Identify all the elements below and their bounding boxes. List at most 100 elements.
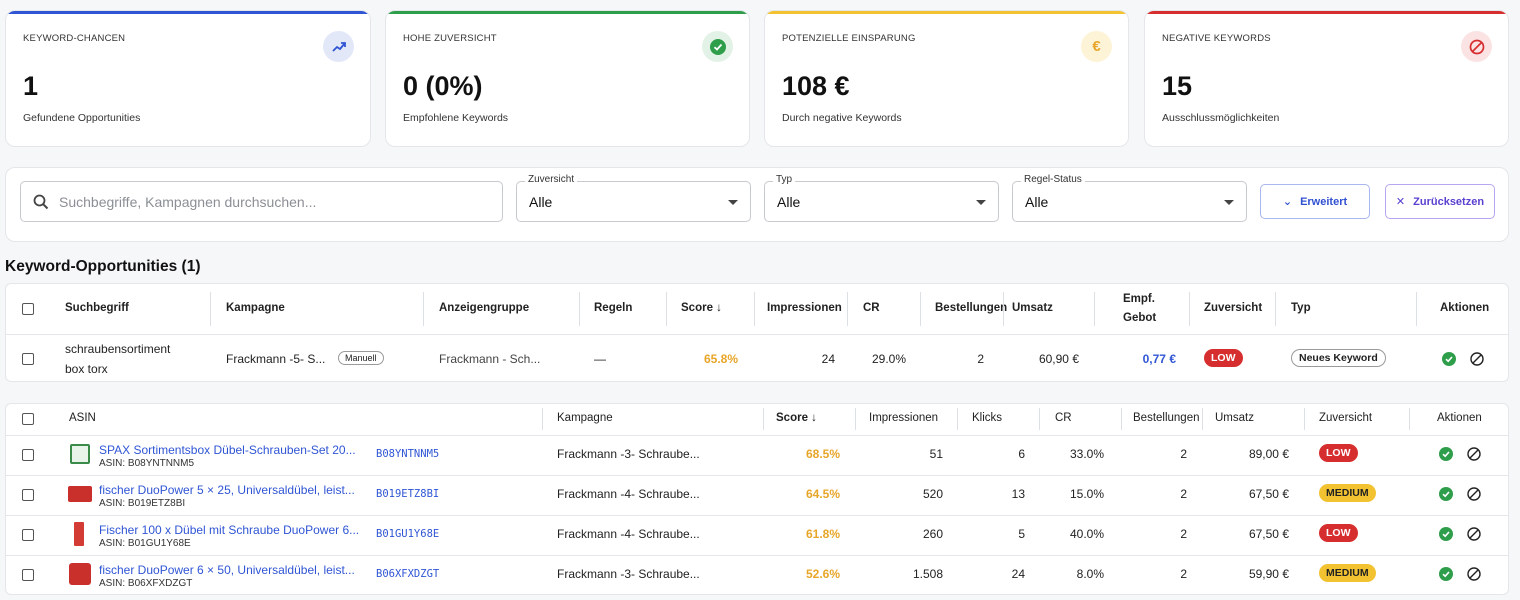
- header-impressionen[interactable]: Impressionen: [767, 302, 842, 314]
- select-value: Alle: [777, 194, 801, 210]
- confidence-badge: LOW: [1319, 444, 1358, 462]
- cr-value: 15.0%: [1069, 487, 1104, 501]
- column-divider: [1275, 292, 1276, 326]
- accept-icon[interactable]: [1442, 352, 1456, 366]
- advanced-filter-button[interactable]: ⌄ Erweitert: [1260, 184, 1370, 219]
- asin-link[interactable]: B06XFXDZGT: [376, 568, 439, 580]
- product-thumbnail: [68, 486, 92, 502]
- zuversicht-select[interactable]: Zuversicht Alle: [516, 174, 751, 222]
- asin-link[interactable]: B019ETZ8BI: [376, 488, 439, 500]
- product-thumbnail: [69, 563, 91, 585]
- header-bestellungen[interactable]: Bestellungen: [1133, 412, 1200, 424]
- asin-subtitle: ASIN: B019ETZ8BI: [99, 498, 186, 509]
- header-asin[interactable]: ASIN: [69, 412, 96, 424]
- block-icon[interactable]: [1467, 527, 1481, 541]
- chevron-down-icon: ⌄: [1282, 196, 1293, 208]
- header-kampagne[interactable]: Kampagne: [557, 412, 613, 424]
- typ-select[interactable]: Typ Alle: [764, 174, 999, 222]
- header-klicks[interactable]: Klicks: [972, 412, 1002, 424]
- accept-icon[interactable]: [1439, 527, 1453, 541]
- clicks-value: 13: [1011, 487, 1025, 501]
- product-title-link[interactable]: fischer DuoPower 6 × 50, Universaldübel,…: [99, 563, 355, 577]
- header-cr[interactable]: CR: [1055, 412, 1072, 424]
- header-anzeigengruppe[interactable]: Anzeigengruppe: [439, 302, 529, 314]
- row-checkbox[interactable]: [22, 449, 34, 461]
- header-impressionen[interactable]: Impressionen: [869, 412, 938, 424]
- header-zuversicht[interactable]: Zuversicht: [1319, 412, 1372, 424]
- search-term-line2: box torx: [65, 362, 108, 376]
- header-empf-gebot-line2[interactable]: Gebot: [1123, 312, 1156, 324]
- header-empf-gebot-line1[interactable]: Empf.: [1123, 293, 1155, 305]
- column-divider: [847, 292, 848, 326]
- header-divider: [6, 435, 1508, 436]
- revenue-value: 67,50 €: [1248, 527, 1289, 541]
- asin-subtitle: ASIN: B06XFXDZGT: [99, 578, 193, 589]
- kpi-label: POTENZIELLE EINSPARUNG: [782, 33, 916, 44]
- column-divider: [210, 292, 211, 326]
- regel-status-select[interactable]: Regel-Status Alle: [1012, 174, 1247, 222]
- kpi-subtitle: Empfohlene Keywords: [403, 112, 509, 124]
- accept-icon[interactable]: [1439, 567, 1453, 581]
- block-icon[interactable]: [1470, 352, 1484, 366]
- row-divider: [6, 555, 1508, 556]
- asin-link[interactable]: B01GU1Y68E: [376, 528, 439, 540]
- select-label: Zuversicht: [525, 174, 578, 185]
- revenue-value: 59,90 €: [1248, 567, 1289, 581]
- column-divider: [920, 292, 921, 326]
- impressions-value: 520: [922, 487, 943, 501]
- select-all-checkbox[interactable]: [22, 303, 34, 315]
- score-value: 52.6%: [805, 567, 840, 581]
- block-icon[interactable]: [1467, 487, 1481, 501]
- reset-label: Zurücksetzen: [1413, 195, 1485, 208]
- select-value: Alle: [529, 194, 553, 210]
- accept-icon[interactable]: [1439, 447, 1453, 461]
- column-divider: [754, 292, 755, 326]
- row-divider: [6, 515, 1508, 516]
- product-title-link[interactable]: fischer DuoPower 5 × 25, Universaldübel,…: [99, 483, 355, 497]
- header-bestellungen[interactable]: Bestellungen: [935, 302, 1007, 314]
- header-umsatz[interactable]: Umsatz: [1215, 412, 1254, 424]
- impressions-value: 260: [922, 527, 943, 541]
- row-checkbox[interactable]: [22, 489, 34, 501]
- header-zuversicht[interactable]: Zuversicht: [1204, 302, 1262, 314]
- asin-link[interactable]: B08YNTNNM5: [376, 448, 439, 460]
- select-label: Regel-Status: [1021, 174, 1085, 185]
- accept-icon[interactable]: [1439, 487, 1453, 501]
- search-input[interactable]: Suchbegriffe, Kampagnen durchsuchen...: [20, 181, 503, 222]
- campaign-name: Frackmann -3- Schraube...: [557, 567, 700, 581]
- type-badge: Neues Keyword: [1291, 349, 1386, 367]
- kpi-value: 0 (0%): [403, 71, 483, 101]
- search-icon: [33, 194, 49, 209]
- header-score[interactable]: Score ↓: [681, 302, 722, 314]
- header-kampagne[interactable]: Kampagne: [226, 302, 285, 314]
- column-divider: [1409, 408, 1410, 430]
- revenue-value: 60,90 €: [1038, 352, 1079, 366]
- chevron-down-icon: [1224, 200, 1234, 205]
- column-divider: [1189, 292, 1190, 326]
- row-checkbox[interactable]: [22, 569, 34, 581]
- block-icon[interactable]: [1467, 567, 1481, 581]
- select-all-checkbox[interactable]: [22, 413, 34, 425]
- header-cr[interactable]: CR: [863, 302, 880, 314]
- header-suchbegriff[interactable]: Suchbegriff: [65, 302, 129, 314]
- filter-panel: Suchbegriffe, Kampagnen durchsuchen... Z…: [5, 167, 1509, 242]
- reset-filter-button[interactable]: ✕ Zurücksetzen: [1385, 184, 1495, 219]
- search-placeholder: Suchbegriffe, Kampagnen durchsuchen...: [59, 193, 317, 210]
- row-checkbox[interactable]: [22, 353, 34, 365]
- column-divider: [1094, 292, 1095, 326]
- block-icon[interactable]: [1467, 447, 1481, 461]
- product-thumbnail: [70, 444, 90, 464]
- header-umsatz[interactable]: Umsatz: [1012, 302, 1053, 314]
- product-thumbnail: [74, 522, 84, 546]
- header-typ[interactable]: Typ: [1291, 302, 1311, 314]
- kpi-card-potenzielle-einsparung: POTENZIELLE EINSPARUNG € 108 € Durch neg…: [764, 10, 1129, 147]
- row-checkbox[interactable]: [22, 529, 34, 541]
- kpi-label: HOHE ZUVERSICHT: [403, 33, 497, 44]
- product-title-link[interactable]: SPAX Sortimentsbox Dübel-Schrauben-Set 2…: [99, 443, 356, 457]
- revenue-value: 89,00 €: [1248, 447, 1289, 461]
- product-title-link[interactable]: Fischer 100 x Dübel mit Schraube DuoPowe…: [99, 523, 359, 537]
- header-score[interactable]: Score ↓: [776, 412, 817, 424]
- campaign-name: Frackmann -5- S...: [226, 352, 326, 366]
- header-regeln[interactable]: Regeln: [594, 302, 632, 314]
- asin-opportunities-table: ASIN Kampagne Score ↓ Impressionen Klick…: [5, 403, 1509, 595]
